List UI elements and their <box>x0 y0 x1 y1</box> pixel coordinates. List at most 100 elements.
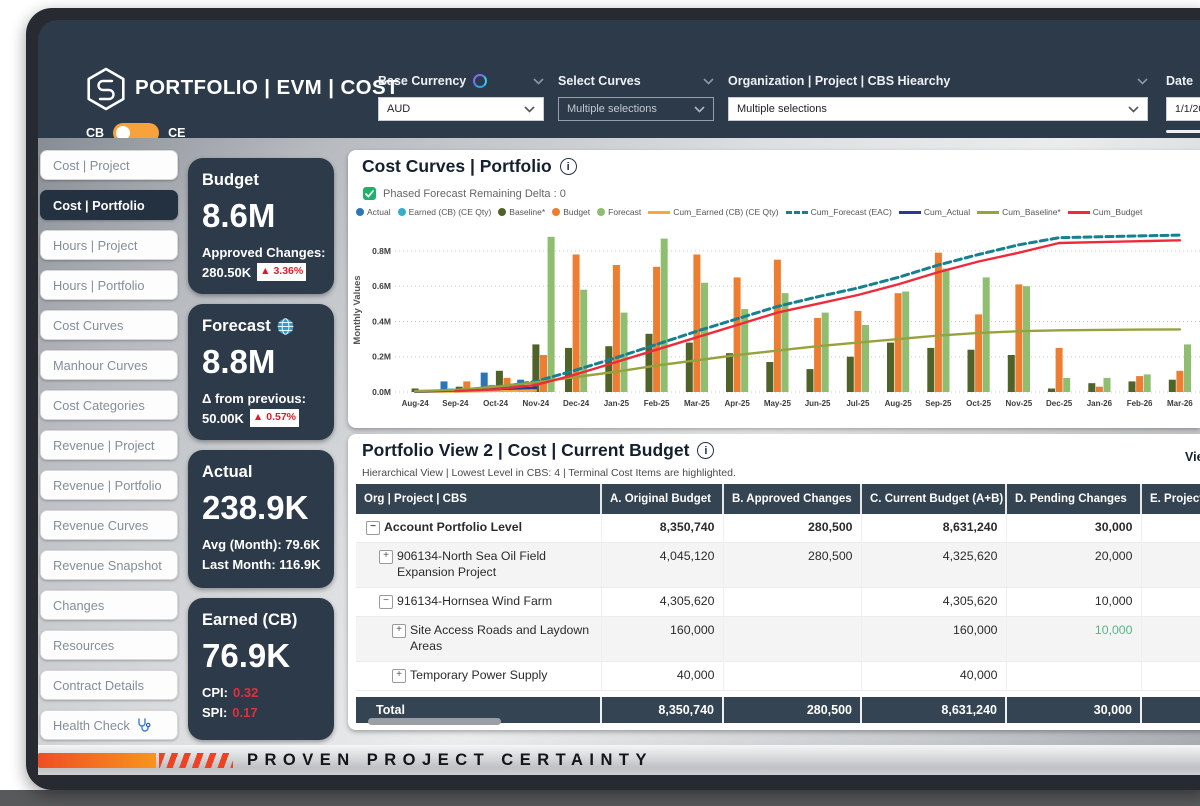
legend-item-budget[interactable]: Budget <box>552 207 590 217</box>
sidebar-item-hours-portfolio[interactable]: Hours | Portfolio <box>40 270 178 300</box>
cell-value: 40,000 <box>601 661 723 690</box>
desktop-background <box>0 790 1200 806</box>
sidebar-item-cost-curves[interactable]: Cost Curves <box>40 310 178 340</box>
collapse-icon[interactable]: − <box>379 595 393 609</box>
header-bar: PORTFOLIO | EVM | COST Base Currency AUD… <box>38 20 1200 138</box>
collapse-icon[interactable]: − <box>366 521 380 535</box>
table-row-temporary-power-supply[interactable]: +Temporary Power Supply40,00040,000 <box>356 661 1200 690</box>
table-row-account-portfolio-level[interactable]: −Account Portfolio Level8,350,740280,500… <box>356 514 1200 542</box>
table-row-916134-hornsea-wind-farm[interactable]: −916134-Hornsea Wind Farm4,305,6204,305,… <box>356 587 1200 616</box>
kpi-value: 8.6M <box>202 197 320 235</box>
select-curves-select[interactable]: Multiple selections <box>558 97 714 121</box>
x-tick-label: Jan-26 <box>1087 399 1113 408</box>
chevron-down-icon[interactable] <box>533 78 544 85</box>
base-currency-select[interactable]: AUD <box>378 97 544 121</box>
cost-curves-chart: 0.0M0.2M0.4M0.6M0.8MMonthly ValuesAug-24… <box>348 218 1200 418</box>
bar-baseline <box>1088 383 1095 392</box>
info-icon[interactable]: i <box>560 158 577 175</box>
table-subtitle: Hierarchical View | Lowest Level in CBS:… <box>362 467 736 479</box>
bar-baseline <box>605 346 612 392</box>
bar-baseline <box>1048 389 1055 393</box>
bar-baseline <box>766 362 773 392</box>
kpi-card-actual: Actual238.9KAvg (Month): 79.6KLast Month… <box>188 450 334 588</box>
sidebar-item-label: Changes <box>53 598 104 613</box>
column-header-a-original-budget[interactable]: A. Original Budget <box>601 484 723 514</box>
sidebar-item-resources[interactable]: Resources <box>40 630 178 660</box>
chevron-down-icon[interactable] <box>703 78 714 85</box>
phased-forecast-checkbox-row: Phased Forecast Remaining Delta : 0 <box>363 187 566 200</box>
cell-value <box>1141 587 1200 616</box>
legend-item-baseline[interactable]: Baseline* <box>498 207 545 217</box>
x-tick-label: Feb-26 <box>1127 399 1153 408</box>
legend-item-cum-earned-cb-ce-qty[interactable]: Cum_Earned (CB) (CE Qty) <box>648 207 778 217</box>
sidebar-item-revenue-curves[interactable]: Revenue Curves <box>40 510 178 540</box>
legend-item-cum-forecast-eac[interactable]: Cum_Forecast (EAC) <box>786 207 892 217</box>
cell-value: 10,000 <box>1006 616 1141 661</box>
view-corner-label[interactable]: View <box>1185 450 1200 464</box>
kpi-detail-row: Δ from previous: <box>202 389 320 409</box>
row-name: 916134-Hornsea Wind Farm <box>397 594 593 610</box>
column-header-e-project[interactable]: E. Project <box>1141 484 1200 514</box>
stethoscope-icon <box>136 718 151 732</box>
sidebar-item-cost-portfolio[interactable]: Cost | Portfolio <box>40 190 178 220</box>
table-row-site-access-roads-and-laydown-areas[interactable]: +Site Access Roads and Laydown Areas160,… <box>356 616 1200 661</box>
bar-baseline <box>887 343 894 392</box>
expand-icon[interactable]: + <box>392 624 406 638</box>
sidebar-item-label: Revenue Curves <box>53 518 148 533</box>
bar-forecast <box>1063 378 1070 392</box>
base-currency-value: AUD <box>387 103 410 115</box>
sidebar-item-health-check[interactable]: Health Check <box>40 710 178 740</box>
select-curves-value: Multiple selections <box>567 103 657 115</box>
horizontal-scrollbar-thumb[interactable] <box>368 718 501 725</box>
bar-forecast <box>943 269 950 392</box>
bar-forecast <box>701 283 708 392</box>
bar-forecast <box>862 325 869 392</box>
expand-icon[interactable]: + <box>379 550 393 564</box>
legend-item-cum-baseline[interactable]: Cum_Baseline* <box>977 207 1061 217</box>
filter-select-curves: Select Curves Multiple selections <box>558 72 714 121</box>
sidebar-item-hours-project[interactable]: Hours | Project <box>40 230 178 260</box>
portfolio-view-panel: Portfolio View 2 | Cost | Current Budget… <box>348 434 1200 730</box>
sidebar-item-revenue-project[interactable]: Revenue | Project <box>40 430 178 460</box>
sidebar-item-cost-project[interactable]: Cost | Project <box>40 150 178 180</box>
column-header-org-project-cbs[interactable]: Org | Project | CBS <box>356 484 601 514</box>
legend-item-forecast[interactable]: Forecast <box>597 207 641 217</box>
legend-item-cum-budget[interactable]: Cum_Budget <box>1068 207 1143 217</box>
column-header-c-current-budget-a-b[interactable]: C. Current Budget (A+B) <box>861 484 1006 514</box>
bar-baseline <box>1008 355 1015 392</box>
bar-forecast <box>661 239 668 392</box>
sidebar-item-label: Hours | Portfolio <box>53 278 145 293</box>
info-icon[interactable]: i <box>697 442 714 459</box>
cell-value: 10,000 <box>1006 587 1141 616</box>
sidebar-item-label: Contract Details <box>53 678 144 693</box>
kpi-detail-row: SPI:0.17 <box>202 703 320 723</box>
total-value: 280,500 <box>723 697 861 723</box>
sidebar-item-revenue-portfolio[interactable]: Revenue | Portfolio <box>40 470 178 500</box>
sidebar-item-contract-details[interactable]: Contract Details <box>40 670 178 700</box>
expand-icon[interactable]: + <box>392 669 406 683</box>
row-name: 906134-North Sea Oil Field Expansion Pro… <box>397 549 593 581</box>
column-header-b-approved-changes[interactable]: B. Approved Changes <box>723 484 861 514</box>
table-row-906134-north-sea-oil-field-expansion-project[interactable]: +906134-North Sea Oil Field Expansion Pr… <box>356 542 1200 587</box>
delta-badge: ▲ 0.57% <box>250 409 299 427</box>
date-range-slider[interactable] <box>1166 130 1200 133</box>
legend-item-actual[interactable]: Actual <box>356 207 391 217</box>
bar-forecast <box>983 277 990 392</box>
org-hierarchy-select[interactable]: Multiple selections <box>728 97 1148 121</box>
chevron-down-icon <box>1128 106 1139 113</box>
checkbox-checked-icon[interactable] <box>363 187 376 200</box>
date-value: 1/1/2020 <box>1175 103 1200 115</box>
sidebar-item-manhour-curves[interactable]: Manhour Curves <box>40 350 178 380</box>
sidebar-item-changes[interactable]: Changes <box>40 590 178 620</box>
sidebar-item-revenue-snapshot[interactable]: Revenue Snapshot <box>40 550 178 580</box>
legend-item-cum-actual[interactable]: Cum_Actual <box>899 207 970 217</box>
sidebar-item-cost-categories[interactable]: Cost Categories <box>40 390 178 420</box>
legend-item-earned-cb-ce-qty[interactable]: Earned (CB) (CE Qty) <box>398 207 492 217</box>
cell-value: 8,350,740 <box>601 514 723 542</box>
column-header-d-pending-changes[interactable]: D. Pending Changes <box>1006 484 1141 514</box>
org-hierarchy-label: Organization | Project | CBS Hiearchy <box>728 74 950 88</box>
bar-baseline <box>927 348 934 392</box>
bar-budget <box>975 314 982 392</box>
chevron-down-icon[interactable] <box>1137 78 1148 85</box>
date-input[interactable]: 1/1/2020 <box>1166 97 1200 121</box>
